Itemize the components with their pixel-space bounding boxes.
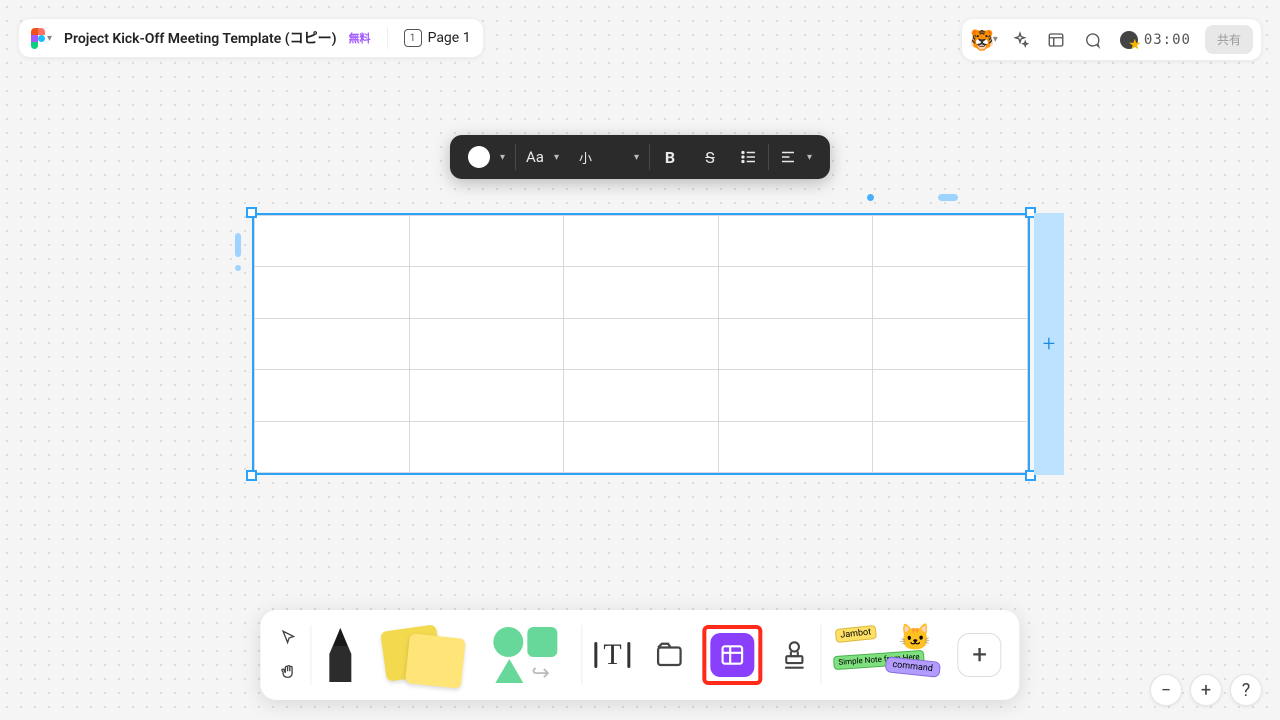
ai-button[interactable] <box>1006 26 1034 54</box>
plan-badge[interactable]: 無料 <box>349 30 371 46</box>
text-cursor-icon <box>628 642 631 668</box>
layout-icon <box>1047 31 1065 49</box>
bottom-toolbar: ↪ T Jambot 🐱 Simple Note from <box>260 610 1019 700</box>
help-icon: ? <box>1242 680 1251 701</box>
shapes-tool[interactable]: ↪ <box>477 616 581 694</box>
shapes-icon: ↪ <box>489 625 569 685</box>
page-selector[interactable]: 1 Page 1 <box>404 29 471 47</box>
font-size-picker[interactable]: 小 ▾ <box>569 141 649 173</box>
chevron-down-icon: ▾ <box>807 152 812 163</box>
stamp-icon <box>781 640 809 670</box>
column-indicator-dot[interactable] <box>867 194 874 201</box>
table-icon <box>720 642 746 668</box>
sparkle-icon <box>1011 31 1029 49</box>
help-button[interactable]: ? <box>1230 674 1262 706</box>
comment-button[interactable] <box>1078 26 1106 54</box>
profile-menu[interactable]: 🐯 ▾ <box>970 26 998 54</box>
layout-button[interactable] <box>1042 26 1070 54</box>
figma-icon <box>31 28 45 48</box>
comment-icon <box>1083 31 1101 49</box>
chevron-down-icon: ▾ <box>500 152 505 163</box>
strikethrough-button[interactable]: S <box>690 141 730 173</box>
avatar-icon: 🐯 <box>970 28 995 52</box>
strikethrough-icon: S <box>700 148 720 167</box>
cursor-icon <box>279 629 297 647</box>
text-tool[interactable]: T <box>582 616 642 694</box>
file-name[interactable]: Project Kick-Off Meeting Template (コピー) <box>64 28 337 48</box>
row-indicator-rail[interactable] <box>235 233 241 257</box>
add-column-button[interactable]: + <box>1034 213 1064 475</box>
text-align-picker[interactable]: ▾ <box>769 141 822 173</box>
color-swatch-icon <box>468 146 490 168</box>
divider <box>387 27 388 49</box>
chevron-down-icon: ▾ <box>554 152 559 163</box>
marker-tool[interactable] <box>311 616 369 694</box>
bold-button[interactable]: B <box>650 141 690 173</box>
timer-avatar-icon <box>1120 31 1138 49</box>
hand-tool[interactable] <box>274 658 302 686</box>
zoom-out-button[interactable]: − <box>1150 674 1182 706</box>
list-button[interactable] <box>730 141 768 173</box>
selected-table[interactable]: + <box>252 213 1030 475</box>
chevron-down-icon: ▾ <box>634 152 639 163</box>
move-tool-group <box>266 616 310 694</box>
page-icon: 1 <box>404 29 422 47</box>
page-label: Page 1 <box>428 30 471 46</box>
plus-icon: + <box>1201 680 1211 701</box>
align-left-icon <box>779 148 797 166</box>
more-tools[interactable]: + <box>946 616 1014 694</box>
file-header: ▾ Project Kick-Off Meeting Template (コピー… <box>18 18 484 58</box>
timer-value: 03:00 <box>1144 32 1191 48</box>
widgets-icon: Jambot 🐱 Simple Note from Here command <box>834 623 934 687</box>
fill-color-picker[interactable]: ▾ <box>458 141 515 173</box>
table-tool[interactable] <box>711 633 755 677</box>
text-icon: T <box>603 638 621 672</box>
resize-handle-top-left[interactable] <box>246 207 257 218</box>
chevron-down-icon: ▾ <box>993 34 998 45</box>
table-grid[interactable] <box>254 215 1028 473</box>
section-tool[interactable] <box>643 616 697 694</box>
font-family-picker[interactable]: Aa ▾ <box>516 141 569 173</box>
section-icon <box>655 640 685 670</box>
zoom-in-button[interactable]: + <box>1190 674 1222 706</box>
row-indicator-dot[interactable] <box>235 265 241 271</box>
text-format-toolbar: ▾ Aa ▾ 小 ▾ B S ▾ <box>450 135 830 179</box>
table-body[interactable] <box>252 213 1030 475</box>
widgets-tool[interactable]: Jambot 🐱 Simple Note from Here command <box>822 616 946 694</box>
sticky-note-icon <box>381 622 465 688</box>
collab-toolbar: 🐯 ▾ 03:00 共有 <box>961 18 1262 61</box>
list-icon <box>740 148 758 166</box>
zoom-help-cluster: − + ? <box>1150 674 1262 706</box>
hand-icon <box>279 663 297 681</box>
table-tool-highlight <box>703 625 763 685</box>
select-tool[interactable] <box>274 624 302 652</box>
column-indicator-dash[interactable] <box>938 194 958 201</box>
marker-icon <box>323 626 357 684</box>
main-menu-button[interactable]: ▾ <box>31 28 52 48</box>
timer-chip[interactable]: 03:00 <box>1114 29 1197 51</box>
plus-icon: + <box>958 633 1002 677</box>
table-tool-wrapper <box>697 616 769 694</box>
resize-handle-bottom-left[interactable] <box>246 470 257 481</box>
share-button[interactable]: 共有 <box>1205 25 1253 54</box>
stamp-tool[interactable] <box>769 616 821 694</box>
bold-icon: B <box>660 148 680 167</box>
sticky-note-tool[interactable] <box>369 616 477 694</box>
minus-icon: − <box>1161 680 1171 701</box>
text-cursor-icon <box>594 642 597 668</box>
chevron-down-icon: ▾ <box>47 33 52 44</box>
